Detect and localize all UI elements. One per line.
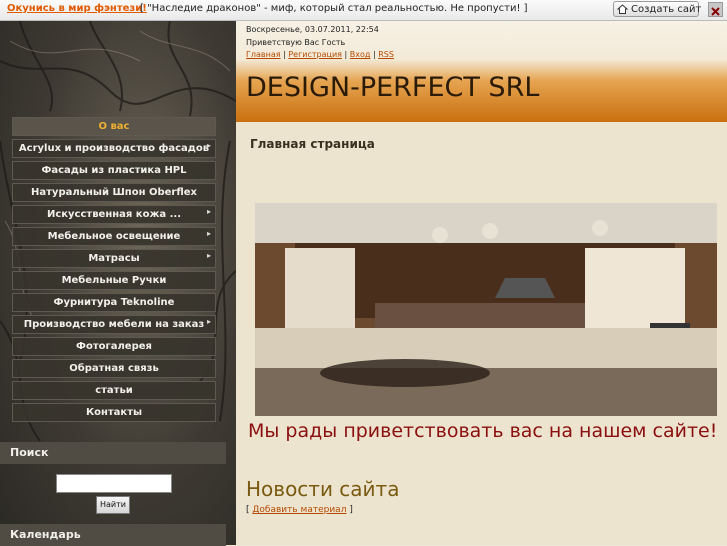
page-title: Главная страница — [250, 137, 375, 151]
create-site-button[interactable]: Создать сайт — [613, 1, 702, 17]
submenu-arrow-icon: ▸ — [206, 317, 211, 326]
welcome-message: Мы рады приветствовать вас на нашем сайт… — [248, 420, 718, 442]
link-home[interactable]: Главная — [246, 50, 281, 59]
search-button[interactable]: Найти — [96, 496, 130, 514]
create-site-label: Создать сайт — [631, 4, 702, 15]
top-promo-bar: Окунись в мир фэнтези! [ "Наследие драко… — [0, 0, 727, 21]
submenu-arrow-icon: ▸ — [206, 229, 211, 238]
kitchen-illustration — [255, 203, 717, 416]
menu-item-teknoline[interactable]: Фурнитура Teknoline — [12, 293, 216, 312]
menu-item-hpl[interactable]: Фасады из пластика HPL — [12, 161, 216, 180]
add-material-link[interactable]: Добавить материал — [252, 505, 346, 515]
left-sidebar: О вас Acrylux и производство фасадов ▸ Фа… — [0, 21, 236, 545]
menu-item-articles[interactable]: статьи — [12, 381, 216, 400]
menu-item-gallery[interactable]: Фотогалерея — [12, 337, 216, 356]
close-icon — [711, 7, 720, 16]
menu-item-handles[interactable]: Мебельные Ручки — [12, 271, 216, 290]
search-input[interactable] — [56, 474, 172, 493]
site-name: DESIGN-PERFECT SRL — [246, 72, 540, 103]
header-links: Главная | Регистрация | Вход | RSS — [246, 50, 394, 59]
add-material-row: [ Добавить материал ] — [246, 505, 353, 515]
submenu-arrow-icon: ▸ — [206, 141, 211, 150]
main-menu: О вас Acrylux и производство фасадов ▸ Фа… — [12, 117, 216, 425]
current-date: Воскресенье, 03.07.2011, 22:54 — [246, 25, 379, 34]
home-icon — [617, 4, 628, 14]
kitchen-photo — [255, 203, 717, 416]
menu-item-feedback[interactable]: Обратная связь — [12, 359, 216, 378]
menu-item-about[interactable]: О вас — [12, 117, 216, 136]
menu-item-lighting[interactable]: Мебельное освещение ▸ — [12, 227, 216, 246]
link-login[interactable]: Вход — [350, 50, 371, 59]
menu-item-custom-furniture[interactable]: Производство мебели на заказ ▸ — [12, 315, 216, 334]
menu-item-contacts[interactable]: Контакты — [12, 403, 216, 422]
link-rss[interactable]: RSS — [378, 50, 394, 59]
calendar-panel-title: Календарь — [0, 524, 226, 546]
menu-item-leather[interactable]: Искусственная кожа ... ▸ — [12, 205, 216, 224]
link-register[interactable]: Регистрация — [288, 50, 342, 59]
menu-item-mattresses[interactable]: Матрасы ▸ — [12, 249, 216, 268]
submenu-arrow-icon: ▸ — [206, 207, 211, 216]
news-title: Новости сайта — [246, 477, 400, 501]
greeting: Приветствую Вас Гость — [246, 38, 346, 47]
close-bar-button[interactable] — [708, 2, 723, 17]
submenu-arrow-icon: ▸ — [206, 251, 211, 260]
search-panel-title: Поиск — [0, 442, 226, 464]
menu-item-acrylux[interactable]: Acrylux и производство фасадов ▸ — [12, 139, 216, 158]
promo-message[interactable]: [ "Наследие драконов" - миф, который ста… — [140, 3, 528, 14]
promo-link[interactable]: Окунись в мир фэнтези! — [7, 3, 147, 14]
site-header: Воскресенье, 03.07.2011, 22:54 Приветств… — [236, 21, 727, 122]
menu-item-oberflex[interactable]: Натуральный Шпон Oberflex — [12, 183, 216, 202]
